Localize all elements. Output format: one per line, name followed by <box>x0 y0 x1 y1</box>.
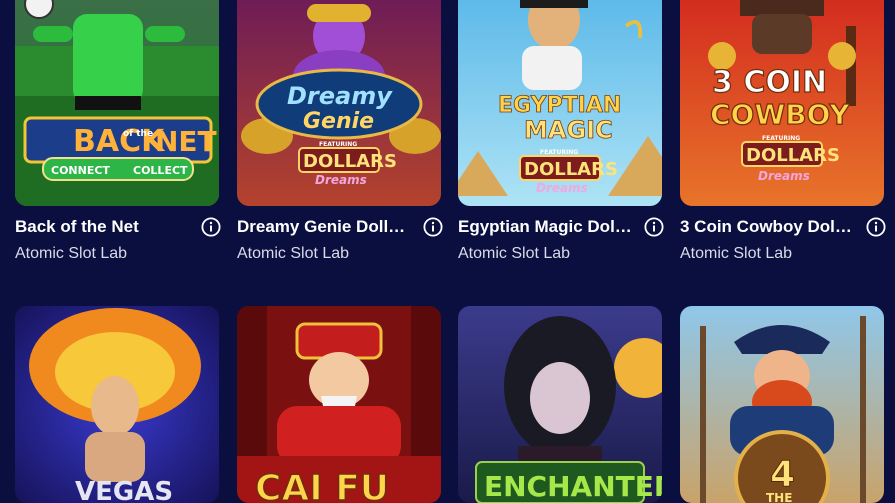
game-title[interactable]: Dreamy Genie Doll… <box>237 217 405 237</box>
game-thumbnail[interactable]: VEGAS <box>15 306 219 503</box>
game-title-row: Egyptian Magic Dol… <box>458 215 664 239</box>
game-provider: Atomic Slot Lab <box>680 245 793 262</box>
art-text: ENCHANTED <box>484 470 662 503</box>
game-art-enchanted: ENCHANTED <box>458 306 662 503</box>
info-icon[interactable] <box>866 217 886 237</box>
game-thumbnail[interactable]: 3 COIN COWBOY FEATURING DOLLARS Dreams <box>680 0 884 206</box>
art-text: FEATURING <box>762 135 800 142</box>
game-thumbnail[interactable]: CAI FU <box>237 306 441 503</box>
info-icon[interactable] <box>423 217 443 237</box>
art-text: COWBOY <box>710 98 850 131</box>
info-icon[interactable] <box>644 217 664 237</box>
game-art-back-of-the-net: BACK of the NET CONNECT COLLECT <box>15 0 219 206</box>
game-provider: Atomic Slot Lab <box>15 245 128 262</box>
art-text: Dreams <box>536 181 588 195</box>
game-title-row: Back of the Net <box>15 215 221 239</box>
game-art-vegas: VEGAS <box>15 306 219 503</box>
game-art-cai-fu: CAI FU <box>237 306 441 503</box>
art-text: EGYPTIAN <box>498 93 621 118</box>
game-art-egyptian-magic: EGYPTIAN MAGIC FEATURING DOLLARS Dreams <box>458 0 662 206</box>
art-text: CAI FU <box>255 468 389 503</box>
game-thumbnail[interactable]: Dreamy Genie FEATURING DOLLARS Dreams <box>237 0 441 206</box>
game-art-3-coin-cowboy: 3 COIN COWBOY FEATURING DOLLARS Dreams <box>680 0 884 206</box>
art-text: Dreamy <box>287 82 393 110</box>
game-grid: BACK of the NET CONNECT COLLECT Back of … <box>0 0 895 503</box>
game-title[interactable]: Back of the Net <box>15 217 139 237</box>
art-text: Genie <box>303 109 374 134</box>
art-text: DOLLARS <box>524 159 618 180</box>
art-text: 4 <box>770 454 795 495</box>
game-thumbnail[interactable]: EGYPTIAN MAGIC FEATURING DOLLARS Dreams <box>458 0 662 206</box>
game-title[interactable]: Egyptian Magic Dol… <box>458 217 632 237</box>
art-text: NET <box>155 125 217 158</box>
game-title[interactable]: 3 Coin Cowboy Dol… <box>680 217 852 237</box>
art-text: FEATURING <box>319 141 357 148</box>
info-icon[interactable] <box>201 217 221 237</box>
art-text: of the <box>123 129 153 139</box>
game-art-4-the: 4 THE <box>680 306 884 503</box>
art-text: DOLLARS <box>303 151 397 172</box>
game-provider: Atomic Slot Lab <box>237 245 350 262</box>
game-thumbnail[interactable]: ENCHANTED <box>458 306 662 503</box>
art-text: THE <box>766 491 792 503</box>
game-provider: Atomic Slot Lab <box>458 245 571 262</box>
game-art-dreamy-genie: Dreamy Genie FEATURING DOLLARS Dreams <box>237 0 441 206</box>
art-text: CONNECT <box>51 164 110 177</box>
art-text: DOLLARS <box>746 145 840 166</box>
art-text: Dreams <box>758 169 810 183</box>
art-text: FEATURING <box>540 149 578 156</box>
art-text: 3 COIN <box>712 65 827 100</box>
game-thumbnail[interactable]: 4 THE <box>680 306 884 503</box>
art-text: Dreams <box>315 173 367 187</box>
game-thumbnail[interactable]: BACK of the NET CONNECT COLLECT <box>15 0 219 206</box>
art-text: COLLECT <box>133 164 188 177</box>
art-text: MAGIC <box>524 116 613 144</box>
game-title-row: Dreamy Genie Doll… <box>237 215 443 239</box>
art-text: VEGAS <box>75 477 173 503</box>
game-title-row: 3 Coin Cowboy Dol… <box>680 215 886 239</box>
